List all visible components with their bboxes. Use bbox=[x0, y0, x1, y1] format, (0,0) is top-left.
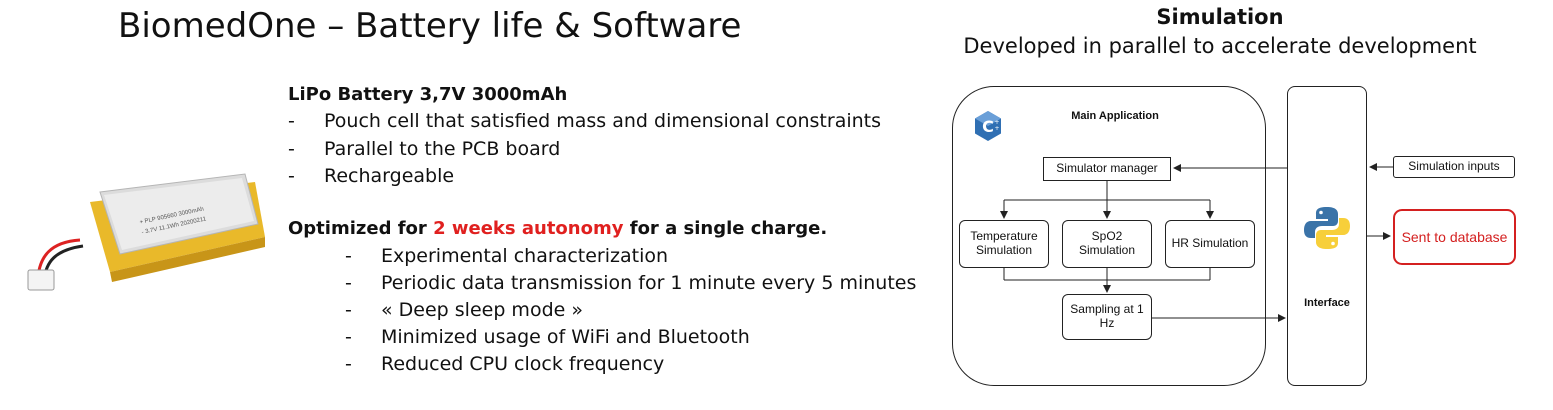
diagram-connectors bbox=[1000, 163, 1393, 322]
